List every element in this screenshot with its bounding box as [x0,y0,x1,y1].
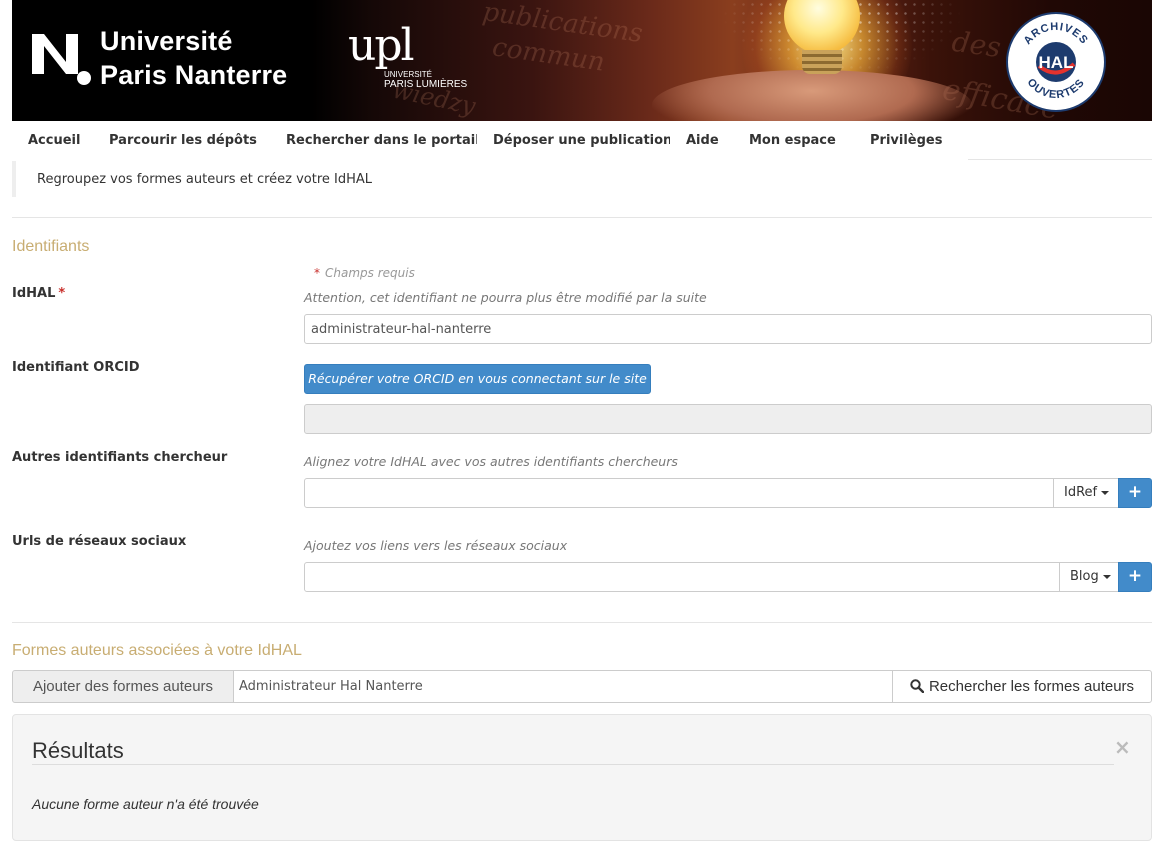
social-type-dropdown[interactable]: Blog [1059,562,1119,592]
required-fields-note: * Champs requis [314,266,415,280]
author-forms-search-input[interactable] [233,670,893,703]
idhal-input[interactable] [304,314,1152,344]
social-type-value: Blog [1070,569,1099,584]
other-ids-label: Autres identifiants chercheur [12,450,228,465]
required-star: * [314,266,320,280]
add-social-url-button[interactable]: + [1118,562,1152,592]
idhal-label: IdHAL * [12,286,65,301]
nav-item-aide[interactable]: Aide [670,122,735,160]
nav-item-accueil[interactable]: Accueil [12,122,97,160]
caret-down-icon [1102,574,1111,579]
university-name-line2: Paris Nanterre [100,60,288,90]
universite-paris-nanterre-logo[interactable]: Université Paris Nanterre [32,26,332,96]
add-author-forms-addon: Ajouter des formes auteurs [12,670,234,703]
section-title-identifiants: Identifiants [12,238,90,255]
caret-down-icon [1101,490,1110,495]
required-note-text: Champs requis [325,266,415,280]
required-star: * [58,286,66,301]
upl-line1: UNIVERSITÉ [384,70,433,79]
lightbulb-base [802,50,842,74]
results-panel: Résultats × Aucune forme auteur n'a été … [12,714,1152,841]
add-other-id-button[interactable]: + [1118,478,1152,508]
other-ids-help: Alignez votre IdHAL avec vos autres iden… [304,454,678,469]
upl-mark: upl [348,20,415,71]
hal-archives-ouvertes-logo[interactable]: ARCHIVES OUVERTES HAL [1006,12,1106,112]
orcid-input [304,404,1152,434]
other-ids-type-value: IdRef [1064,485,1098,500]
idhal-help: Attention, cet identifiant ne pourra plu… [304,290,707,305]
social-urls-label: Urls de réseaux sociaux [12,534,187,549]
social-url-input[interactable] [304,562,1060,592]
hal-logo-icon: ARCHIVES OUVERTES HAL [1022,21,1090,101]
other-ids-type-dropdown[interactable]: IdRef [1053,478,1119,508]
nanterre-logo-mark-icon [32,34,91,85]
info-message: Regroupez vos formes auteurs et créez vo… [12,161,1152,197]
search-icon [910,679,925,694]
university-name-line1: Université [100,26,233,56]
orcid-label: Identifiant ORCID [12,360,140,375]
nav-item-rechercher[interactable]: Rechercher dans le portail [270,122,496,160]
results-divider [32,764,1114,765]
upl-logo[interactable]: upl UNIVERSITÉ PARIS LUMIÈRES [348,20,488,96]
divider [12,622,1152,623]
section-title-formes-auteurs: Formes auteurs associées à votre IdHAL [12,642,302,659]
social-urls-help: Ajoutez vos liens vers les réseaux socia… [304,538,568,553]
orcid-connect-button[interactable]: Récupérer votre ORCID en vous connectant… [304,364,651,394]
nav-item-privileges[interactable]: Privilèges [854,122,969,160]
main-nav: Accueil Parcourir les dépôts Rechercher … [12,122,1152,160]
results-title: Résultats [32,738,124,763]
nav-item-deposer[interactable]: Déposer une publication [477,122,689,160]
info-message-text: Regroupez vos formes auteurs et créez vo… [37,172,373,187]
upl-line2: PARIS LUMIÈRES [384,79,468,90]
idhal-label-text: IdHAL [12,286,56,301]
divider [12,217,1152,218]
search-author-forms-label: Rechercher les formes auteurs [928,678,1135,695]
close-icon[interactable]: × [1114,735,1131,759]
other-ids-input[interactable] [304,478,1054,508]
no-results-message: Aucune forme auteur n'a été trouvée [32,796,259,812]
hal-logo-center-text: HAL [1039,53,1074,72]
search-author-forms-button[interactable]: Rechercher les formes auteurs [892,670,1152,703]
